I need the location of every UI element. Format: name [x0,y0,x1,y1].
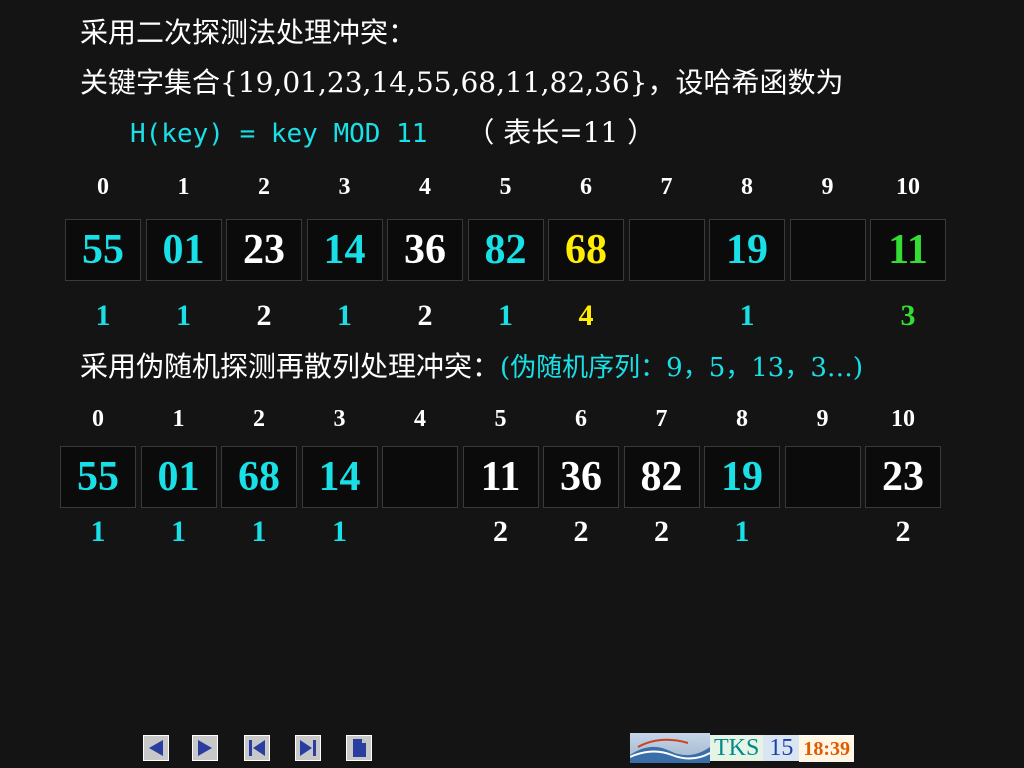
hash-cell-3: 14 [306,219,383,281]
slot-index-0: 0 [92,406,104,432]
probe-count-3: 1 [332,515,347,548]
document-button[interactable] [346,735,372,761]
first-page-button[interactable] [244,735,270,761]
hash-cell-6: 68 [548,219,624,281]
hash-cell-0: 55 [60,446,136,508]
slot-index-2: 2 [253,406,265,432]
first-page-icon [249,740,265,756]
probe-count-8: 1 [739,299,755,332]
hash-cell-1: 01 [145,219,222,281]
next-button[interactable] [192,735,218,761]
slot-index-8: 8 [736,406,748,432]
slot-index-4: 4 [419,174,431,200]
hash-cell-5: 11 [462,446,539,508]
clock-time: 18:39 [799,736,855,762]
last-page-button[interactable] [295,735,321,761]
probe-count-6: 2 [573,515,589,548]
slot-index-10: 10 [891,406,915,432]
slot-index-10: 10 [896,174,920,200]
heading-quadratic-probing: 采用二次探测法处理冲突： [80,16,417,49]
hash-cell-6: 36 [543,446,619,508]
hash-cell-9 [784,446,861,508]
probe-count-10: 3 [900,299,916,332]
hash-formula: H(key) = key MOD 11 [130,119,428,149]
probe-count-1: 1 [176,299,191,332]
prev-button[interactable] [143,735,169,761]
slot-index-8: 8 [741,174,753,200]
slot-index-9: 9 [821,174,834,200]
slot-index-0: 0 [97,174,109,200]
next-arrow-icon [198,740,212,756]
probe-count-5: 2 [493,515,508,548]
hash-cell-7 [628,219,705,281]
document-icon [353,739,366,757]
university-logo [630,733,710,763]
hash-cell-1: 01 [140,446,217,508]
page-number: 15 [763,735,800,761]
probe-count-5: 1 [498,299,513,332]
slot-index-5: 5 [499,174,512,200]
slot-index-3: 3 [333,406,346,432]
hash-cell-2: 23 [226,219,302,281]
last-page-icon [300,740,316,756]
hash-cell-8: 19 [704,446,780,508]
pseudo-random-sequence: (伪随机序列：9，5，13，3…) [500,353,864,383]
probe-count-3: 1 [337,299,352,332]
hash-cell-0: 55 [65,219,141,281]
slot-index-7: 7 [660,174,673,200]
probe-count-6: 4 [578,299,594,332]
keyword-set-line: 关键字集合{19,01,23,14,55,68,11,82,36}，设哈希函数为 [80,66,844,99]
hash-cell-3: 14 [301,446,378,508]
slot-index-5: 5 [494,406,507,432]
prev-arrow-icon [149,740,163,756]
hash-cell-5: 82 [467,219,544,281]
wave-logo-icon [630,738,710,763]
pseudo-random-title: 采用伪随机探测再散列处理冲突： [80,350,501,383]
hash-cell-4: 36 [387,219,463,281]
slot-index-3: 3 [338,174,351,200]
tks-label: TKS [710,735,764,761]
hash-cell-2: 68 [221,446,297,508]
probe-count-2: 2 [256,299,272,332]
probe-count-2: 1 [251,515,267,548]
hash-cell-4 [382,446,458,508]
slot-index-9: 9 [816,406,829,432]
probe-count-0: 1 [95,299,111,332]
probe-count-8: 1 [734,515,750,548]
slot-index-7: 7 [655,406,668,432]
slot-index-6: 6 [575,406,587,432]
hash-function-line: H(key) = key MOD 11 （ 表长=11 ） [130,116,655,151]
probe-count-7: 2 [654,515,669,548]
probe-count-1: 1 [171,515,186,548]
probe-count-4: 2 [417,299,433,332]
probe-count-0: 1 [90,515,106,548]
hash-cell-7: 82 [623,446,700,508]
hash-cell-10: 23 [865,446,941,508]
hash-cell-10: 11 [870,219,946,281]
table-length: （ 表长=11 ） [466,116,656,149]
slot-index-1: 1 [172,406,185,432]
tks-status-box: TKS 15 18:39 [710,735,855,762]
probe-count-10: 2 [895,515,911,548]
slot-index-6: 6 [580,174,592,200]
slot-index-4: 4 [414,406,426,432]
slot-index-1: 1 [177,174,190,200]
pseudo-random-heading: 采用伪随机探测再散列处理冲突：(伪随机序列：9，5，13，3…) [80,350,863,385]
hash-cell-9 [789,219,866,281]
hash-cell-8: 19 [709,219,785,281]
slot-index-2: 2 [258,174,270,200]
